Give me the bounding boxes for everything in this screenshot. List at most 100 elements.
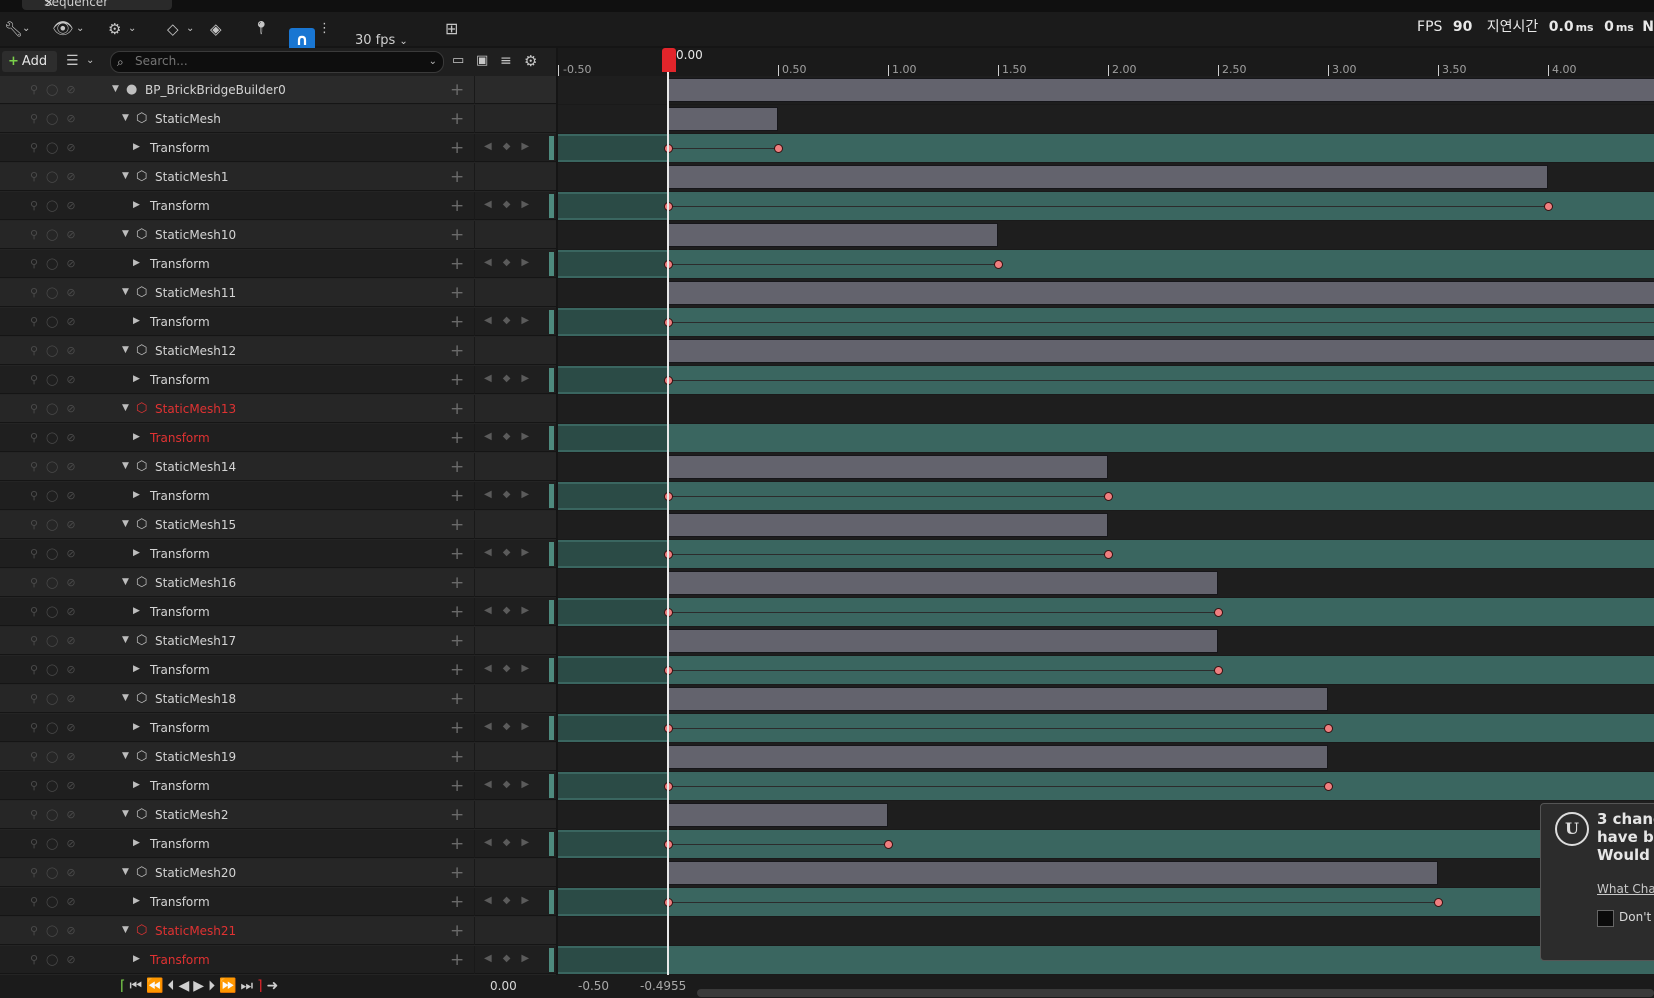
section-bar[interactable]	[668, 629, 1218, 653]
section-bar[interactable]	[668, 107, 778, 131]
timeline-transform-row[interactable]	[558, 946, 1654, 974]
section-bar[interactable]	[668, 745, 1328, 769]
add-key-icon[interactable]: +	[450, 602, 464, 622]
key-navigation-icon[interactable]: ◀◆▶	[484, 373, 540, 384]
lock-icon[interactable]: ⚲◯⊘	[30, 402, 84, 415]
object-row[interactable]: ⚲◯⊘ ▼ ⬡ StaticMesh10 +	[0, 221, 556, 249]
lock-icon[interactable]: ⚲◯⊘	[30, 344, 84, 357]
lock-icon[interactable]: ⚲◯⊘	[30, 257, 84, 270]
lock-icon[interactable]: ⚲◯⊘	[30, 431, 84, 444]
add-track-icon[interactable]: +	[450, 689, 464, 709]
timeline-transform-row[interactable]	[558, 598, 1654, 626]
timeline-object-row[interactable]	[558, 395, 1654, 423]
timeline-object-row[interactable]	[558, 685, 1654, 713]
timeline-object-row[interactable]	[558, 743, 1654, 771]
section-bar[interactable]	[668, 223, 998, 247]
chevron-down-icon[interactable]: ▼	[122, 635, 129, 645]
keyframe-dot[interactable]	[1324, 724, 1333, 733]
key-navigation-icon[interactable]: ◀◆▶	[484, 779, 540, 790]
chevron-down-icon[interactable]: ▼	[122, 345, 129, 355]
transform-track-row[interactable]: ⚲◯⊘ ▶ Transform + ◀◆▶	[0, 366, 556, 394]
lock-icon[interactable]: ⚲◯⊘	[30, 721, 84, 734]
key-navigation-icon[interactable]: ◀◆▶	[484, 895, 540, 906]
lock-icon[interactable]: ⚲◯⊘	[30, 866, 84, 879]
transform-track-row[interactable]: ⚲◯⊘ ▶ Transform + ◀◆▶	[0, 424, 556, 452]
keyframe-dot[interactable]	[1214, 666, 1223, 675]
transform-track-row[interactable]: ⚲◯⊘ ▶ Transform + ◀◆▶	[0, 134, 556, 162]
current-time-field[interactable]: 0.00	[490, 979, 517, 993]
keyframe-dot[interactable]	[1324, 782, 1333, 791]
lock-icon[interactable]: ⚲◯⊘	[30, 315, 84, 328]
chevron-down-icon[interactable]: ▼	[112, 84, 119, 94]
notification-link[interactable]: What Chan	[1597, 882, 1654, 896]
timeline-object-row[interactable]	[558, 859, 1654, 887]
chevron-right-icon[interactable]: ▶	[133, 838, 140, 848]
key-navigation-icon[interactable]: ◀◆▶	[484, 257, 540, 268]
object-row[interactable]: ⚲◯⊘ ▼ ⬡ StaticMesh2 +	[0, 801, 556, 829]
timeline-object-row[interactable]	[558, 569, 1654, 597]
jump-start-icon[interactable]: ⏮	[129, 978, 146, 994]
lock-icon[interactable]: ⚲◯⊘	[30, 112, 84, 125]
section-bar[interactable]	[668, 455, 1108, 479]
key-navigation-icon[interactable]: ◀◆▶	[484, 141, 540, 152]
chevron-down-icon[interactable]: ▼	[122, 577, 129, 587]
lock-icon[interactable]: ⚲◯⊘	[30, 489, 84, 502]
object-row[interactable]: ⚲◯⊘ ▼ ⬡ StaticMesh15 +	[0, 511, 556, 539]
timeline-object-row[interactable]	[558, 917, 1654, 945]
lock-icon[interactable]: ⚲◯⊘	[30, 924, 84, 937]
dont-ask-checkbox[interactable]	[1597, 910, 1614, 927]
timeline-object-row[interactable]	[558, 279, 1654, 307]
close-icon[interactable]: ×	[44, 0, 54, 9]
chevron-right-icon[interactable]: ▶	[133, 316, 140, 326]
lock-icon[interactable]: ⚲◯⊘	[30, 518, 84, 531]
chevron-right-icon[interactable]: ▶	[133, 200, 140, 210]
chevron-down-icon[interactable]: ⌄	[186, 12, 194, 46]
transform-track-row[interactable]: ⚲◯⊘ ▶ Transform + ◀◆▶	[0, 656, 556, 684]
lock-icon[interactable]: ⚲◯⊘	[30, 692, 84, 705]
chevron-down-icon[interactable]: ▼	[122, 925, 129, 935]
timeline-transform-row[interactable]	[558, 308, 1654, 336]
key-navigation-icon[interactable]: ◀◆▶	[484, 605, 540, 616]
transform-track-row[interactable]: ⚲◯⊘ ▶ Transform + ◀◆▶	[0, 250, 556, 278]
add-track-icon[interactable]: +	[450, 399, 464, 419]
keyframe-dot[interactable]	[1214, 608, 1223, 617]
filter-icon[interactable]: ☰	[66, 44, 79, 78]
chevron-down-icon[interactable]: ▼	[122, 171, 129, 181]
key-navigation-icon[interactable]: ◀◆▶	[484, 547, 540, 558]
transform-track-row[interactable]: ⚲◯⊘ ▶ Transform + ◀◆▶	[0, 192, 556, 220]
chevron-down-icon[interactable]: ▼	[122, 519, 129, 529]
section-bar[interactable]	[668, 803, 888, 827]
chevron-right-icon[interactable]: ▶	[133, 664, 140, 674]
lock-icon[interactable]: ⚲◯⊘	[30, 170, 84, 183]
chevron-right-icon[interactable]: ▶	[133, 780, 140, 790]
object-row[interactable]: ⚲◯⊘ ▼ ⬡ StaticMesh12 +	[0, 337, 556, 365]
prev-key-icon[interactable]: ⏪	[146, 978, 167, 994]
chevron-down-icon[interactable]: ▼	[122, 751, 129, 761]
playhead-handle[interactable]	[662, 48, 676, 72]
add-track-icon[interactable]: +	[450, 863, 464, 883]
wrench-icon[interactable]: 🔧︎	[4, 12, 23, 46]
lock-icon[interactable]: ⚲◯⊘	[30, 286, 84, 299]
add-key-icon[interactable]: +	[450, 660, 464, 680]
section-bar[interactable]	[668, 687, 1328, 711]
object-row[interactable]: ⚲◯⊘ ▼ ⬡ StaticMesh17 +	[0, 627, 556, 655]
add-key-icon[interactable]: +	[450, 776, 464, 796]
expand-icon[interactable]: ▣	[476, 44, 488, 78]
timeline-transform-row[interactable]	[558, 772, 1654, 800]
key-navigation-icon[interactable]: ◀◆▶	[484, 663, 540, 674]
chevron-right-icon[interactable]: ▶	[133, 954, 140, 964]
step-back-icon[interactable]: ⏴	[168, 978, 179, 994]
key-navigation-icon[interactable]: ◀◆▶	[484, 315, 540, 326]
timeline-object-row[interactable]	[558, 337, 1654, 365]
timeline-root-row[interactable]	[558, 76, 1654, 104]
transform-track-row[interactable]: ⚲◯⊘ ▶ Transform + ◀◆▶	[0, 946, 556, 974]
add-track-icon[interactable]: +	[450, 747, 464, 767]
timeline-object-row[interactable]	[558, 105, 1654, 133]
add-track-icon[interactable]: +	[450, 573, 464, 593]
keyframe-dot[interactable]	[1544, 202, 1553, 211]
object-row[interactable]: ⚲◯⊘ ▼ ⬡ StaticMesh1 +	[0, 163, 556, 191]
chevron-right-icon[interactable]: ▶	[133, 548, 140, 558]
collapse-icon[interactable]: ▭	[452, 44, 464, 78]
key-navigation-icon[interactable]: ◀◆▶	[484, 721, 540, 732]
section-bar[interactable]	[668, 571, 1218, 595]
